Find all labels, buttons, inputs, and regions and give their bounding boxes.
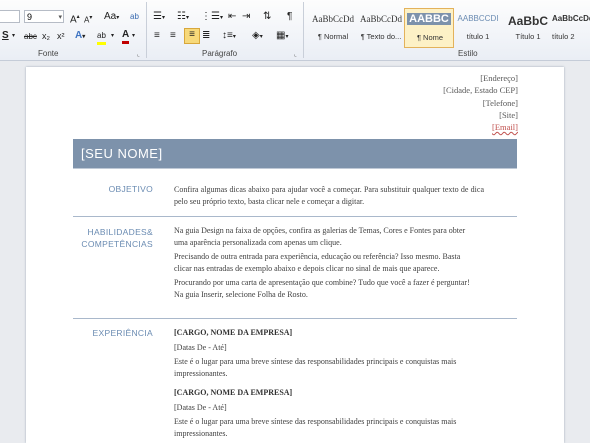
style-name: Título 1 [515,32,541,41]
underline-label: S [2,30,9,41]
section-divider [73,318,517,319]
grow-font-label: A [70,14,77,26]
objective-label: OBJETIVO [108,184,153,194]
contact-address[interactable]: [Endereço] [443,72,518,84]
font-name-combobox[interactable] [0,10,20,23]
document-page[interactable]: [Endereço] [Cidade, Estado CEP] [Telefon… [26,67,564,443]
chevron-down-icon[interactable]: ▾ [58,11,62,24]
font-size-combobox[interactable]: 9 ▾ [24,10,64,23]
font-size-value: 9 [27,12,33,22]
line-spacing-button[interactable]: ↕≡▾ [222,30,236,42]
resume-name[interactable]: [SEU NOME] [81,146,163,161]
contact-site[interactable]: [Site] [443,109,518,121]
section-divider [73,216,517,217]
experience-entries[interactable]: [CARGO, NOME DA EMPRESA] [Datas De - Até… [174,327,489,439]
font-color-label: A [122,29,130,40]
strikethrough-label: abc [24,32,37,41]
group-separator [303,2,304,58]
style-sample: AaBbCcDd [360,14,402,24]
job-description[interactable]: Este é o lugar para uma breve síntese da… [174,356,489,379]
style-heading-1[interactable]: AaBbC Título 1 [503,8,553,48]
contact-email[interactable]: [Email] [443,121,518,133]
style-heading-1-lower[interactable]: AABBCCDI título 1 [453,8,503,48]
style-sample: AABBC [407,13,451,25]
job-dates[interactable]: [Datas De - Até] [174,402,489,414]
skills-label: HABILIDADES& COMPETÊNCIAS [73,227,153,250]
banner-underline [73,168,517,169]
contact-city[interactable]: [Cidade, Estado CEP] [443,84,518,96]
style-heading-2[interactable]: AaBbCcDd título 2 [552,8,590,48]
group-separator [146,2,147,58]
increase-indent-button[interactable]: ⇥ [242,11,250,23]
highlight-dropdown-icon[interactable]: ▾ [111,30,114,42]
paragraph-dialog-launcher-icon[interactable]: ⌞ [294,51,297,58]
contact-block[interactable]: [Endereço] [Cidade, Estado CEP] [Telefon… [443,72,518,133]
style-sample: AaBbC [507,14,548,28]
style-name: título 2 [552,32,575,41]
highlight-label: ab [97,31,106,40]
text-effects-button[interactable]: A▾ [75,30,85,42]
font-color-button[interactable]: A [122,29,130,44]
numbering-button[interactable]: ☷▾ [177,11,189,23]
skills-paragraph[interactable]: Procurando por uma carta de apresentação… [174,277,474,300]
ribbon: 9 ▾ A▴ A▾ Aa▾ ab S ▾ abc x₂ x² A▾ ab ▾ A… [0,0,590,61]
clear-formatting-label: ab [130,12,139,21]
skills-label-line1: HABILIDADES& [87,227,153,237]
style-name-selected[interactable]: AABBC ¶ Nome [404,8,454,48]
subscript-button[interactable]: x₂ [42,30,50,42]
change-case-label: Aa [104,11,117,22]
skills-paragraph[interactable]: Na guia Design na faixa de opções, confi… [174,225,474,248]
superscript-label: x² [57,31,65,41]
style-name: ¶ Normal [317,32,349,41]
name-banner[interactable]: [SEU NOME] [73,139,517,168]
job-dates[interactable]: [Datas De - Até] [174,342,489,354]
font-dialog-launcher-icon[interactable]: ⌞ [137,51,140,58]
style-name: título 1 [466,32,490,41]
job-entry[interactable]: [CARGO, NOME DA EMPRESA] [Datas De - Até… [174,327,489,379]
subscript-label: x₂ [42,31,50,41]
paragraph-group-label: Parágrafo [202,49,238,58]
change-case-button[interactable]: Aa▾ [104,11,119,23]
borders-button[interactable]: ▦▾ [276,30,288,42]
job-entry[interactable]: [CARGO, NOME DA EMPRESA] [Datas De - Até… [174,387,489,439]
show-paragraph-marks-button[interactable]: ¶ [287,11,292,23]
objective-text[interactable]: Confira algumas dicas abaixo para ajudar… [174,184,484,207]
highlight-button[interactable]: ab [97,30,106,45]
experience-label: EXPERIÊNCIA [92,328,153,338]
job-title[interactable]: [CARGO, NOME DA EMPRESA] [174,327,489,339]
sort-button[interactable]: ⇅ [263,11,271,23]
skills-paragraph[interactable]: Precisando de outra entrada para experiê… [174,251,474,274]
clear-formatting-button[interactable]: ab [130,11,139,23]
strikethrough-button[interactable]: abc [24,31,37,43]
style-sample: AaBbCcDd [312,14,354,24]
align-center-button[interactable]: ≡ [170,30,176,42]
contact-phone[interactable]: [Telefone] [443,97,518,109]
shrink-font-button[interactable]: A▾ [84,12,92,25]
bullets-button[interactable]: ☰▾ [153,11,165,23]
style-normal[interactable]: AaBbCcDd ¶ Normal [308,8,358,48]
justify-button[interactable]: ≣ [202,30,210,42]
shading-button[interactable]: ◈▾ [252,30,263,42]
skills-text[interactable]: Na guia Design na faixa de opções, confi… [174,225,474,303]
underline-dropdown-icon[interactable]: ▾ [12,30,15,42]
style-sample: AaBbCcDd [552,14,590,23]
style-body-text[interactable]: AaBbCcDd ¶ Texto do... [356,8,406,48]
styles-group-label: Estilo [458,49,478,58]
align-right-button[interactable]: ≡ [184,28,200,44]
job-description[interactable]: Este é o lugar para uma breve síntese da… [174,416,489,439]
grow-font-button[interactable]: A▴ [70,11,80,26]
align-left-button[interactable]: ≡ [154,30,160,42]
style-name: ¶ Texto do... [360,32,402,41]
underline-button[interactable]: S [2,30,9,42]
font-group-label: Fonte [38,49,59,58]
skills-label-line2: COMPETÊNCIAS [81,238,153,249]
style-sample: AABBCCDI [457,14,499,23]
font-color-dropdown-icon[interactable]: ▾ [132,30,135,42]
multilevel-list-button[interactable]: ⋮☰▾ [201,11,223,23]
style-name: ¶ Nome [416,33,444,42]
decrease-indent-button[interactable]: ⇤ [228,11,236,23]
job-title[interactable]: [CARGO, NOME DA EMPRESA] [174,387,489,399]
superscript-button[interactable]: x² [57,30,65,42]
